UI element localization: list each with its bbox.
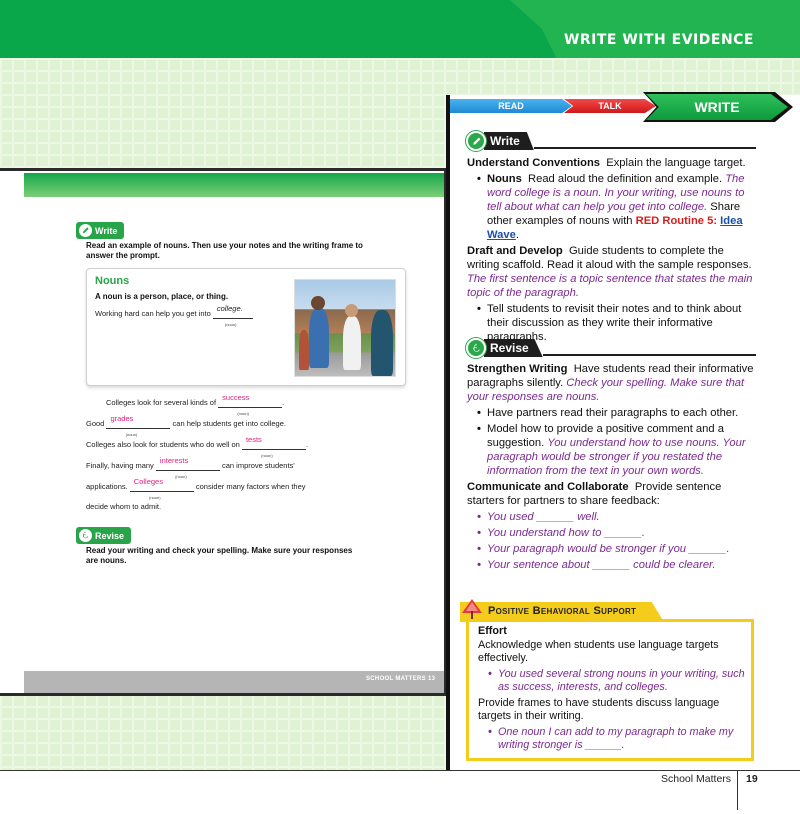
noun-tag: (noun) (175, 474, 187, 479)
revise-arrow-icon (466, 338, 486, 358)
read-talk-write-bar: READ TALK WRITE (450, 92, 800, 122)
pencil-icon (466, 131, 486, 151)
student-write-label: Write (95, 225, 118, 236)
step-talk: TALK (564, 99, 656, 113)
frame-1: You used ______ well. (467, 510, 757, 524)
write-heading: Write (484, 132, 534, 150)
frame-text: Colleges look for several kinds of (106, 398, 217, 407)
frame-text: consider many factors when they (195, 482, 306, 491)
frame-text: . (305, 440, 309, 449)
uc-text: Explain the language target. (606, 157, 746, 169)
student-footer-text: SCHOOL MATTERS 13 (366, 676, 436, 682)
sw-label: Strengthen Writing (467, 363, 568, 375)
student-instructions: Read an example of nouns. Then use your … (86, 241, 363, 260)
student-revise-tab: Revise (76, 527, 132, 545)
frame-answer: tests (245, 435, 262, 444)
page-number: 19 (746, 773, 758, 785)
support-icon (460, 597, 484, 621)
revise-heading: Revise (484, 339, 543, 357)
routine-label: RED Routine 5: (635, 215, 718, 227)
footer-separator (737, 770, 738, 810)
revise-section-header: Revise (466, 338, 756, 358)
frame-line-4: Finally, having many interests (noun) can… (86, 456, 295, 479)
frames-italic: One noun I can add to my paragraph to ma… (478, 726, 748, 753)
section-rule (533, 147, 756, 149)
frame-line-3: Colleges also look for students who do w… (86, 435, 309, 458)
nouns-example-prefix: Working hard can help you get into (95, 309, 211, 318)
frame-text: . (282, 398, 285, 407)
uc-label: Understand Conventions (467, 157, 601, 169)
pbs-body: Effort Acknowledge when students use lan… (478, 625, 748, 753)
nouns-title: Nouns (95, 275, 130, 287)
pencil-icon (79, 224, 92, 237)
frame-line-5: applications. Colleges (noun) consider ma… (86, 477, 306, 500)
student-revise-text: Read your writing and check your spellin… (86, 546, 353, 565)
frame-3: Your paragraph would be stronger if you … (467, 542, 757, 556)
effort-label: Effort (478, 625, 507, 637)
step-write: WRITE (646, 94, 788, 120)
nouns-text: Read aloud the definition and example. (528, 173, 723, 185)
frame-2: You understand how to ______. (467, 526, 757, 540)
frame-answer: success (222, 393, 250, 402)
step-read: READ (450, 99, 572, 113)
frame-line-1: Colleges look for several kinds of succe… (106, 393, 285, 416)
student-footer-bar (24, 671, 444, 693)
frame-4: Your sentence about ______ could be clea… (467, 558, 757, 572)
frame-line-6: decide whom to admit. (86, 502, 162, 511)
frame-text: Finally, having many (86, 461, 154, 470)
revise-section-body: Strengthen Writing Have students read th… (467, 362, 757, 572)
frame-text: Colleges also look for students who do w… (86, 440, 240, 449)
frame-answer: grades (110, 414, 134, 423)
student-write-tab: Write (76, 222, 125, 240)
student-revise-label: Revise (95, 530, 125, 541)
noun-tag: (noun) (224, 322, 237, 327)
students-photo (294, 279, 396, 377)
frame-text: can improve students' (222, 461, 295, 470)
footer-book-title: School Matters (661, 773, 732, 785)
nouns-label: Nouns (487, 173, 522, 185)
dd-italic: The first sentence is a topic sentence t… (467, 273, 753, 299)
noun-tag: (noun) (261, 453, 273, 458)
write-section-header: Write (466, 131, 756, 151)
frames-text: Provide frames to have students discuss … (478, 696, 720, 723)
cc-label: Communicate and Collaborate (467, 481, 629, 493)
page-title: WRITE WITH EVIDENCE (563, 32, 754, 48)
frame-text: can help students get into college. (172, 419, 286, 428)
effort-text: Acknowledge when students use language t… (478, 638, 719, 665)
nouns-definition: A noun is a person, place, or thing. (95, 292, 229, 301)
frame-answer: interests (159, 456, 189, 465)
write-section-body: Understand Conventions Explain the langu… (467, 156, 757, 344)
revise-arrow-icon (79, 529, 92, 542)
section-rule (542, 354, 756, 356)
frame-line-2: Good grades (noun) can help students get … (86, 414, 286, 437)
frame-text: Good (86, 419, 105, 428)
header-arrow (510, 0, 800, 58)
footer-rule (0, 770, 800, 771)
frame-answer: Colleges (133, 477, 163, 486)
nouns-example-word: college. (216, 304, 243, 313)
pbs-title: Positive Behavioral Support (488, 605, 637, 617)
sw-bullet-1: Have partners read their paragraphs to e… (467, 406, 757, 420)
effort-italic: You used several strong nouns in your wr… (478, 668, 748, 695)
nouns-example: Working hard can help you get into colle… (95, 304, 253, 327)
noun-tag: (noun) (237, 411, 249, 416)
noun-tag: (noun) (125, 432, 138, 437)
student-header-bar (24, 173, 444, 197)
frame-text: applications. (86, 482, 128, 491)
dd-label: Draft and Develop (467, 245, 563, 257)
